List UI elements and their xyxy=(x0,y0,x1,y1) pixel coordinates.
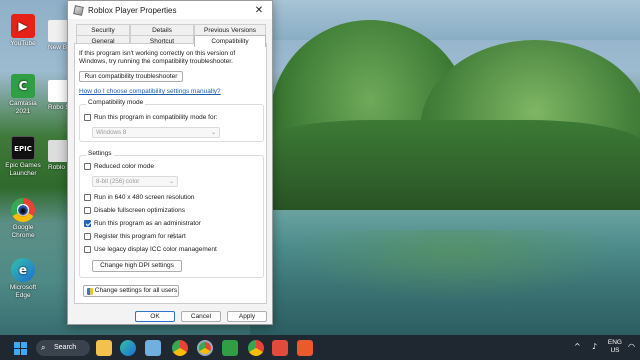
language-code: ENG xyxy=(607,339,622,346)
chevron-down-icon: ⌄ xyxy=(168,179,174,185)
store-icon[interactable] xyxy=(145,340,161,356)
desktop-icon-label: Google Chrome xyxy=(11,224,35,239)
youtube-icon: ▶ xyxy=(11,14,35,38)
shield-icon xyxy=(87,288,93,295)
chrome-icon[interactable] xyxy=(197,340,213,356)
desktop-icon-label: Microsoft Edge xyxy=(9,284,37,299)
epic-games-icon: EPIC xyxy=(11,136,35,160)
microphone-icon[interactable]: ♪ xyxy=(592,342,597,351)
compatibility-panel: If this program isn't working correctly … xyxy=(74,43,267,304)
settings-group: Settings Reduced color mode 8-bit (256) … xyxy=(79,150,264,278)
search-icon: ⌕ xyxy=(41,343,46,352)
reduced-color-checkbox-row[interactable]: Reduced color mode xyxy=(84,162,154,171)
chrome-icon[interactable] xyxy=(172,340,188,356)
compat-mode-checkbox[interactable] xyxy=(84,114,91,121)
start-button[interactable] xyxy=(12,340,28,356)
apply-button[interactable]: Apply xyxy=(227,311,267,322)
roblox-studio-icon xyxy=(48,80,68,102)
desktop-icon-camtasia[interactable]: C Camtasia 2021 xyxy=(2,74,44,116)
tab-security[interactable]: Security xyxy=(76,24,130,35)
chevron-up-icon[interactable]: ^ xyxy=(574,342,581,351)
edge-icon: e xyxy=(11,258,35,282)
app-icon[interactable] xyxy=(272,340,288,356)
windows-logo-icon xyxy=(14,342,20,348)
edge-icon[interactable] xyxy=(120,340,136,356)
region-code: US xyxy=(610,347,620,354)
reduced-color-checkbox[interactable] xyxy=(84,163,91,170)
wallpaper-reflection xyxy=(290,230,620,300)
checkbox-label: Run in 640 x 480 screen resolution xyxy=(94,194,195,201)
dialog-title: Roblox Player Properties xyxy=(88,5,177,15)
icc-checkbox[interactable] xyxy=(84,246,91,253)
resolution-checkbox[interactable] xyxy=(84,194,91,201)
search-label: Search xyxy=(54,344,77,351)
wallpaper-forest xyxy=(250,120,640,220)
taskbar-search[interactable]: ⌕ Search xyxy=(36,340,90,356)
select-value: Windows 8 xyxy=(96,129,127,136)
mouse-pointer-icon: ☝ xyxy=(170,232,176,242)
windows-logo-icon xyxy=(21,342,27,348)
checkbox-label: Run this program in compatibility mode f… xyxy=(94,114,218,121)
checkbox-label: Reduced color mode xyxy=(94,163,154,170)
properties-dialog: Roblox Player Properties ✕ Security Deta… xyxy=(67,0,273,325)
tab-previous-versions[interactable]: Previous Versions xyxy=(194,24,266,35)
admin-checkbox-row[interactable]: Run this program as an administrator xyxy=(84,219,201,228)
restart-checkbox[interactable] xyxy=(84,233,91,240)
camtasia-icon[interactable] xyxy=(222,340,238,356)
color-mode-select[interactable]: 8-bit (256) color ⌄ xyxy=(92,176,178,187)
desktop-icon-youtube[interactable]: ▶ YouTube xyxy=(2,14,44,48)
intro-text: If this program isn't working correctly … xyxy=(79,50,236,65)
group-label: Compatibility mode xyxy=(86,99,146,106)
desktop-icon-label: Camtasia 2021 xyxy=(9,100,37,115)
desktop-icon-label: Roblo xyxy=(48,164,65,171)
app-icon[interactable] xyxy=(297,340,313,356)
desktop-icon-chrome[interactable]: ◉ Google Chrome xyxy=(2,198,44,240)
tab-details[interactable]: Details xyxy=(130,24,194,35)
chrome-icon[interactable] xyxy=(248,340,264,356)
button-label: Change settings for all users xyxy=(94,287,178,294)
icc-checkbox-row[interactable]: Use legacy display ICC color management xyxy=(84,245,217,254)
fullscreen-opt-checkbox-row[interactable]: Disable fullscreen optimizations xyxy=(84,206,185,215)
roblox-app-icon xyxy=(73,4,84,16)
select-value: 8-bit (256) color xyxy=(96,178,140,185)
compatibility-mode-group: Compatibility mode Run this program in c… xyxy=(79,99,264,142)
close-icon[interactable]: ✕ xyxy=(252,5,266,16)
language-indicator[interactable]: ENG US xyxy=(608,339,622,355)
desktop-icon-label: Epic Games Launcher xyxy=(5,162,41,177)
desktop-icon-edge[interactable]: e Microsoft Edge xyxy=(2,258,44,300)
resolution-checkbox-row[interactable]: Run in 640 x 480 screen resolution xyxy=(84,193,194,202)
group-label: Settings xyxy=(86,150,114,157)
wifi-icon[interactable]: ◠ xyxy=(628,342,635,351)
admin-checkbox[interactable] xyxy=(84,220,91,227)
checkbox-label: Use legacy display ICC color management xyxy=(94,246,217,253)
wallpaper-sky xyxy=(250,0,640,40)
chevron-down-icon: ⌄ xyxy=(210,130,216,136)
ok-button[interactable]: OK xyxy=(135,311,175,322)
desktop-icon-epic-games[interactable]: EPIC Epic Games Launcher xyxy=(2,136,44,178)
fullscreen-opt-checkbox[interactable] xyxy=(84,207,91,214)
windows-logo-icon xyxy=(21,349,27,355)
manual-settings-link[interactable]: How do I choose compatibility settings m… xyxy=(79,88,221,95)
taskbar: ⌕ Search ^ ♪ ENG US ◠ xyxy=(0,335,640,360)
change-all-users-button[interactable]: Change settings for all users xyxy=(83,285,179,297)
checkbox-label: Disable fullscreen optimizations xyxy=(94,207,186,214)
camtasia-icon: C xyxy=(11,74,35,98)
checkbox-label: Run this program as an administrator xyxy=(94,220,201,227)
cancel-button[interactable]: Cancel xyxy=(181,311,221,322)
desktop-icon-label: YouTube xyxy=(10,40,36,47)
roblox-icon xyxy=(48,140,68,162)
compat-mode-checkbox-row[interactable]: Run this program in compatibility mode f… xyxy=(84,113,218,122)
windows-logo-icon xyxy=(14,349,20,355)
file-explorer-icon[interactable] xyxy=(96,340,112,356)
document-icon xyxy=(48,20,68,42)
change-dpi-button[interactable]: Change high DPI settings xyxy=(92,260,182,272)
tab-compatibility[interactable]: Compatibility xyxy=(194,35,266,47)
dialog-titlebar[interactable]: Roblox Player Properties ✕ xyxy=(68,1,272,19)
compat-mode-select[interactable]: Windows 8 ⌄ xyxy=(92,127,220,138)
chrome-icon: ◉ xyxy=(11,198,35,222)
run-troubleshooter-button[interactable]: Run compatibility troubleshooter xyxy=(79,71,183,82)
